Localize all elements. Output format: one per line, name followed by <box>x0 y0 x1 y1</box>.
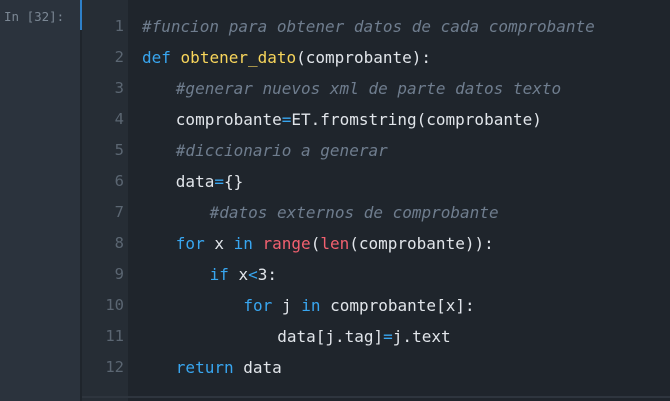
token-plain: comprobante <box>175 110 282 129</box>
code-line[interactable]: 10 for j in comprobante[x]: <box>82 290 670 321</box>
token-kw: return <box>175 358 234 377</box>
token-kw: def <box>142 48 171 67</box>
line-number: 5 <box>114 141 124 159</box>
token-func: obtener_dato <box>180 48 297 67</box>
code-line[interactable]: 5 #diccionario a generar <box>82 135 670 166</box>
code-text[interactable]: data={} <box>176 166 243 197</box>
code-line[interactable]: 2 def obtener_dato(comprobante): <box>82 42 670 73</box>
line-number: 3 <box>114 79 124 97</box>
code-line[interactable]: 12 return data <box>82 352 670 383</box>
notebook-page: In [32]: 1 #funcion para obtener datos de… <box>0 0 670 401</box>
line-number: 2 <box>114 48 124 66</box>
token-comment: #diccionario a generar <box>175 141 388 160</box>
token-kw: in <box>301 296 321 315</box>
token-builtin: len <box>320 234 350 253</box>
token-kw: if <box>209 265 229 284</box>
code-text[interactable]: #generar nuevos xml de parte datos texto <box>176 73 561 104</box>
token-plain: j.text <box>392 327 451 346</box>
token-op: < <box>248 265 258 284</box>
token-comment: #funcion para obtener datos de cada comp… <box>142 17 595 36</box>
code-line[interactable]: 1 #funcion para obtener datos de cada com… <box>82 11 670 42</box>
code-text[interactable]: #funcion para obtener datos de cada comp… <box>142 11 595 42</box>
line-number: 8 <box>114 234 124 252</box>
token-kw: in <box>233 234 253 253</box>
token-plain: x <box>204 234 234 253</box>
token-kw: for <box>175 234 205 253</box>
token-comment: #generar nuevos xml de parte datos texto <box>175 79 562 98</box>
line-number: 4 <box>114 110 124 128</box>
line-number: 1 <box>114 17 124 35</box>
cell-bottom-divider <box>82 396 670 398</box>
token-plain: (comprobante): <box>296 48 431 67</box>
code-text[interactable]: for j in comprobante[x]: <box>243 290 474 321</box>
code-line[interactable]: 8 for x in range(len(comprobante)): <box>82 228 670 259</box>
token-plain: comprobante[x]: <box>320 296 475 315</box>
code-text[interactable]: return data <box>176 352 282 383</box>
code-text[interactable]: #diccionario a generar <box>176 135 388 166</box>
code-line[interactable]: 3 #generar nuevos xml de parte datos text… <box>82 73 670 104</box>
code-line[interactable]: 9 if x<3: <box>82 259 670 290</box>
token-plain: x <box>228 265 249 284</box>
line-number: 6 <box>114 172 124 190</box>
token-plain: ET.fromstring(comprobante) <box>291 110 542 129</box>
line-number: 11 <box>105 327 124 345</box>
code-text[interactable]: def obtener_dato(comprobante): <box>142 42 431 73</box>
token-plain: : <box>267 265 278 284</box>
line-number: 10 <box>105 296 124 314</box>
line-number: 7 <box>114 203 124 221</box>
token-op: = <box>214 172 224 191</box>
code-line[interactable]: 4 comprobante=ET.fromstring(comprobante) <box>82 104 670 135</box>
line-number: 12 <box>105 358 124 376</box>
token-op: = <box>281 110 292 129</box>
code-editor[interactable]: 1 #funcion para obtener datos de cada com… <box>82 11 670 383</box>
token-comment: #datos externos de comprobante <box>209 203 499 222</box>
token-plain: {} <box>223 172 244 191</box>
token-num: 3 <box>257 265 268 284</box>
token-plain: data <box>233 358 282 377</box>
token-plain: ( <box>310 234 321 253</box>
code-text[interactable]: comprobante=ET.fromstring(comprobante) <box>176 104 542 135</box>
code-line[interactable]: 6 data={} <box>82 166 670 197</box>
token-plain: data <box>175 172 215 191</box>
token-plain: j <box>272 296 302 315</box>
token-op: = <box>383 327 393 346</box>
token-builtin: range <box>262 234 311 253</box>
code-line[interactable]: 11 data[j.tag]=j.text <box>82 321 670 352</box>
token-plain: data[j.tag] <box>277 327 384 346</box>
line-number: 9 <box>114 265 124 283</box>
code-text[interactable]: for x in range(len(comprobante)): <box>176 228 494 259</box>
code-text[interactable]: if x<3: <box>210 259 277 290</box>
code-text[interactable]: data[j.tag]=j.text <box>277 321 450 352</box>
code-line[interactable]: 7 #datos externos de comprobante <box>82 197 670 228</box>
token-kw: for <box>243 296 273 315</box>
token-plain: (comprobante)): <box>349 234 494 253</box>
cell-prompt: In [32]: <box>4 9 65 24</box>
code-text[interactable]: #datos externos de comprobante <box>210 197 499 228</box>
